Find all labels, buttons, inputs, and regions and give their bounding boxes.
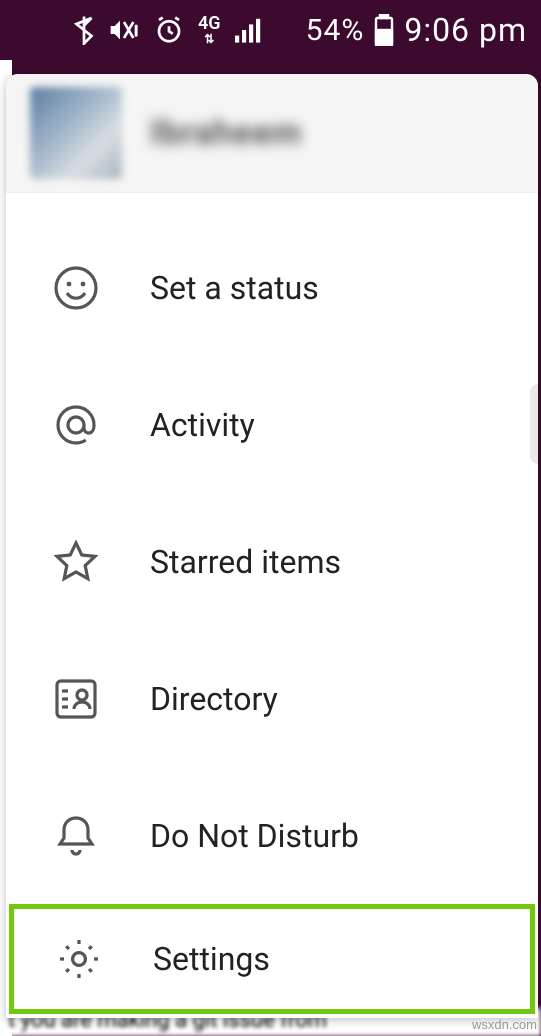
- directory-icon: [52, 675, 100, 723]
- menu-label: Starred items: [150, 543, 341, 581]
- menu-list: Set a status Activity Starred items Dire…: [6, 193, 538, 1018]
- smile-icon: [52, 264, 100, 312]
- network-4g-icon: 4G ⇅: [198, 15, 221, 45]
- menu-item-starred[interactable]: Starred items: [6, 493, 538, 630]
- bell-icon: [52, 812, 100, 860]
- signal-icon: [235, 17, 263, 43]
- mute-vibrate-icon: [108, 15, 140, 45]
- clock-time: 9:06 pm: [404, 11, 527, 49]
- menu-item-set-status[interactable]: Set a status: [6, 219, 538, 356]
- at-icon: [52, 401, 100, 449]
- menu-label: Directory: [150, 680, 278, 718]
- gear-icon: [55, 935, 103, 983]
- bluetooth-icon: [74, 15, 94, 45]
- menu-item-activity[interactable]: Activity: [6, 356, 538, 493]
- star-icon: [52, 538, 100, 586]
- menu-item-settings[interactable]: Settings: [9, 904, 535, 1014]
- alarm-icon: [154, 15, 184, 45]
- menu-label: Do Not Disturb: [150, 817, 359, 855]
- menu-item-directory[interactable]: Directory: [6, 630, 538, 767]
- scroll-indicator: [530, 384, 538, 464]
- avatar: [30, 87, 122, 179]
- navigation-drawer: Ibraheem Set a status Activity Starred i…: [6, 74, 538, 1018]
- battery-percentage: 54%: [306, 13, 365, 48]
- watermark: wsxdn.com: [472, 1017, 537, 1032]
- menu-label: Set a status: [150, 269, 319, 307]
- username: Ibraheem: [150, 113, 302, 153]
- menu-item-dnd[interactable]: Do Not Disturb: [6, 767, 538, 904]
- status-bar: 4G ⇅ 54% 9:06 pm: [0, 0, 541, 60]
- menu-label: Settings: [153, 940, 270, 978]
- menu-label: Activity: [150, 406, 255, 444]
- profile-header[interactable]: Ibraheem: [6, 74, 538, 193]
- battery-icon: [374, 14, 394, 46]
